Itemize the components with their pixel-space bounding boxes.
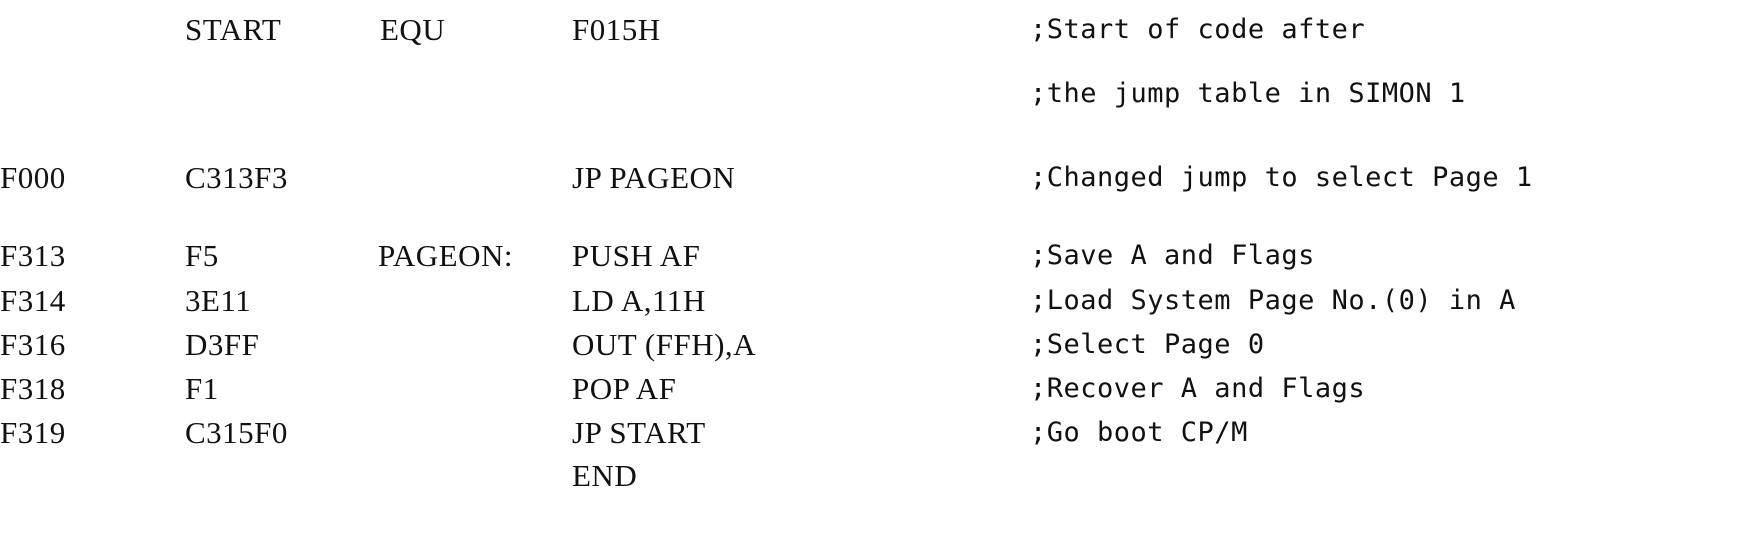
- instruction: LD A,11H: [572, 283, 706, 318]
- assembly-listing: START EQU F015H ;Start of code after ;th…: [0, 0, 1737, 547]
- line-comment: ;Recover A and Flags: [1030, 373, 1366, 404]
- line-comment: ;the jump table in SIMON 1: [1030, 78, 1466, 109]
- machine-code: C313F3: [185, 160, 288, 195]
- line-comment: ;Changed jump to select Page 1: [1030, 162, 1533, 193]
- directive-value: F015H: [572, 12, 661, 47]
- line-comment: ;Select Page 0: [1030, 329, 1265, 360]
- address: F314: [0, 283, 66, 318]
- machine-code: F5: [185, 238, 219, 273]
- instruction: POP AF: [572, 371, 677, 406]
- machine-code: D3FF: [185, 327, 260, 362]
- instruction: JP START: [572, 415, 706, 450]
- machine-code: C315F0: [185, 415, 288, 450]
- address: F316: [0, 327, 66, 362]
- line-comment: ;Start of code after: [1030, 14, 1366, 45]
- directive: EQU: [380, 12, 446, 47]
- instruction: PUSH AF: [572, 238, 701, 273]
- address: F319: [0, 415, 66, 450]
- address: F313: [0, 238, 66, 273]
- address: F000: [0, 160, 66, 195]
- instruction: JP PAGEON: [572, 160, 736, 195]
- instruction: OUT (FFH),A: [572, 327, 757, 362]
- machine-code: 3E11: [185, 283, 252, 318]
- machine-code: F1: [185, 371, 219, 406]
- line-comment: ;Load System Page No.(0) in A: [1030, 285, 1516, 316]
- address: F318: [0, 371, 66, 406]
- symbol-name: START: [185, 12, 282, 47]
- line-comment: ;Go boot CP/M: [1030, 417, 1248, 448]
- line-comment: ;Save A and Flags: [1030, 240, 1315, 271]
- end-directive: END: [572, 458, 638, 493]
- code-label: PAGEON:: [378, 238, 513, 273]
